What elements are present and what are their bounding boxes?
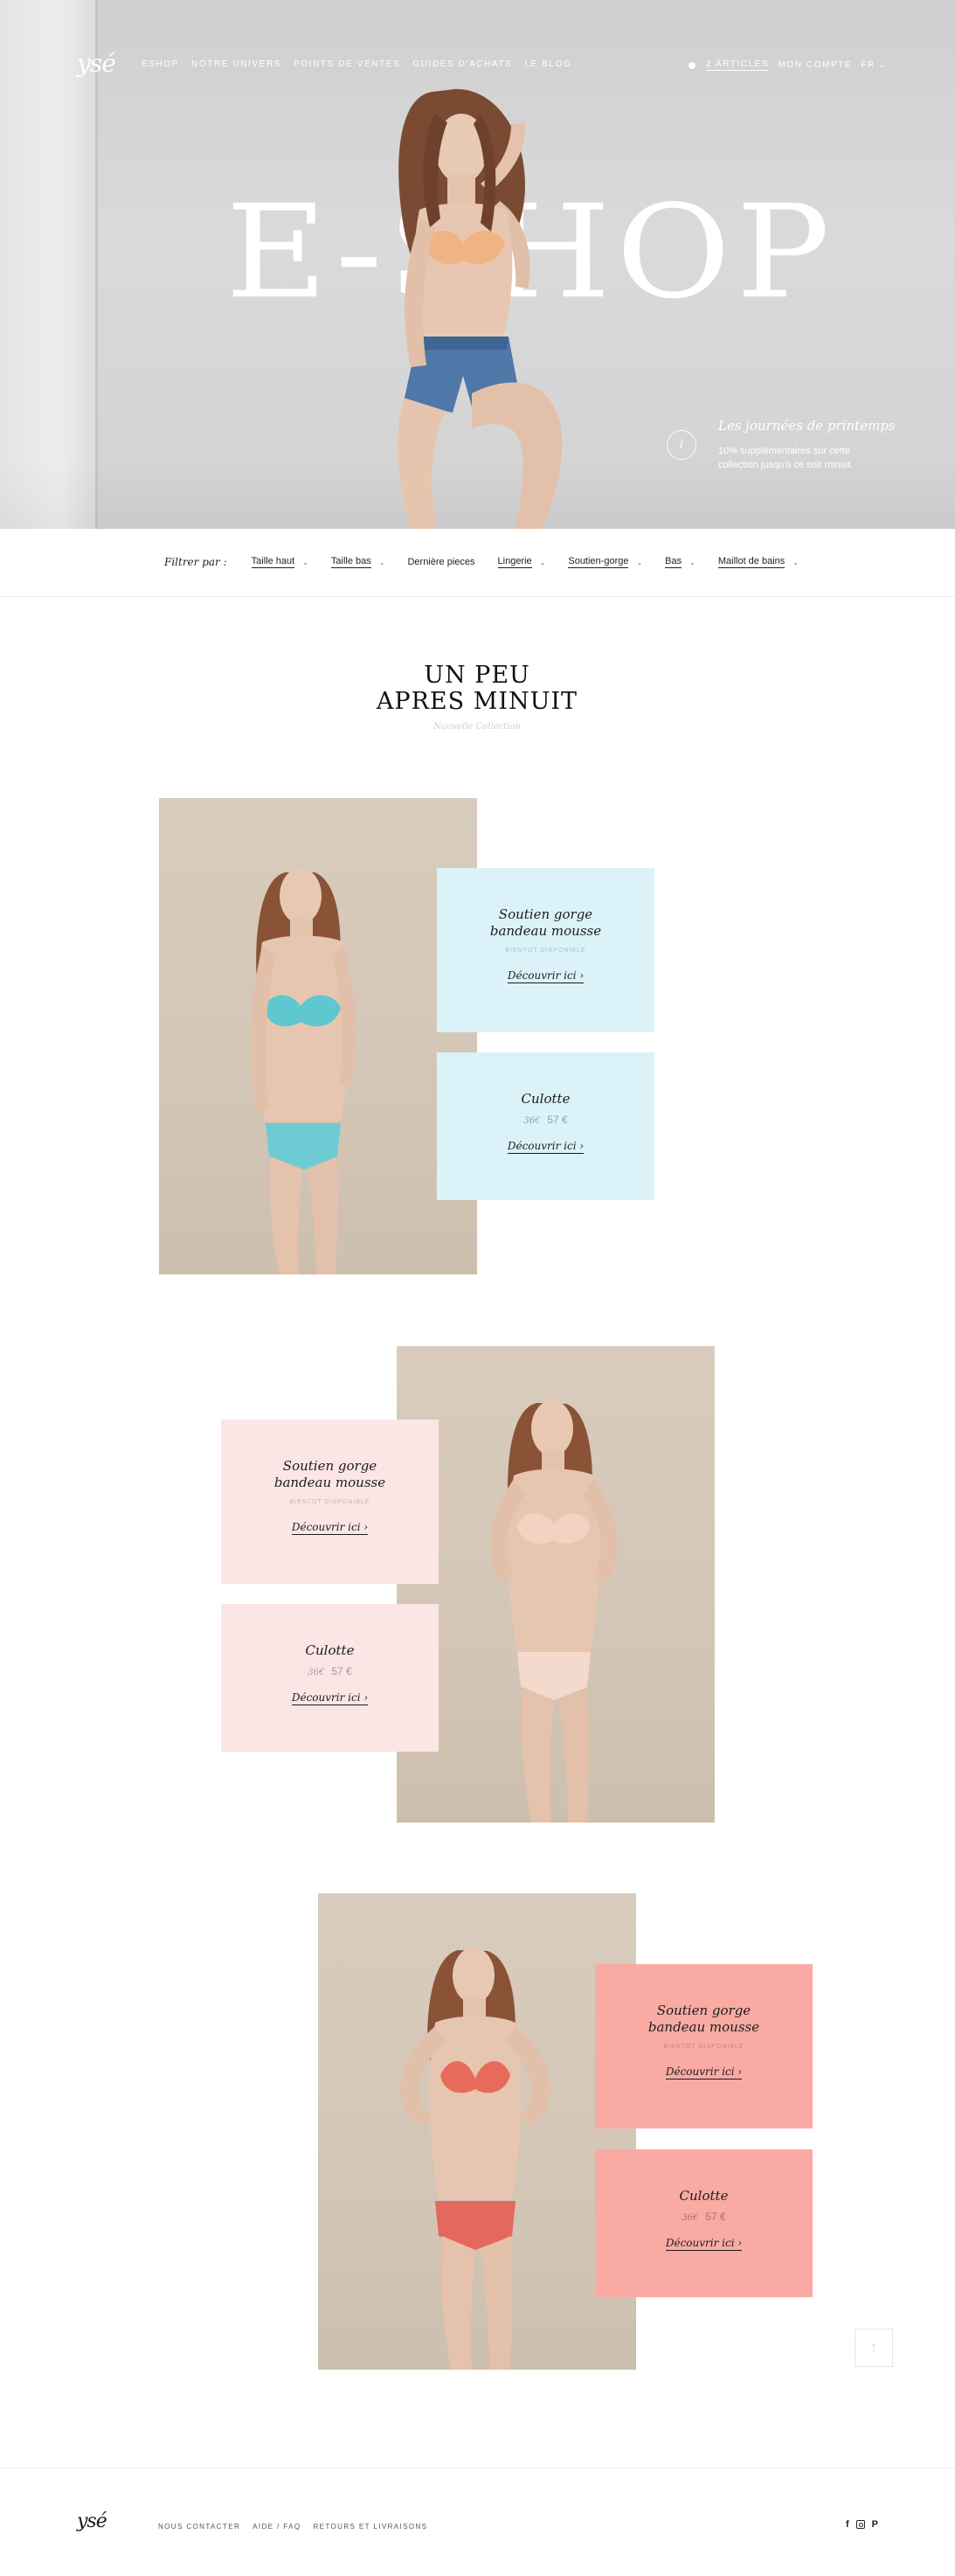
filter-taille-haut[interactable]: Taille haut ⌄ (251, 556, 308, 568)
product-photo-coral[interactable] (318, 1893, 636, 2370)
old-price: 36€ (682, 2213, 699, 2223)
nav-item-notre-univers[interactable]: NOTRE UNIVERS (191, 59, 281, 69)
availability-label: BIENTOT DISPONIBLE (663, 2044, 744, 2050)
old-price: 36€ (308, 1668, 325, 1677)
social-links: f P (846, 2519, 878, 2530)
product-name: Culotte (521, 1091, 571, 1107)
availability-label: BIENTOT DISPONIBLE (505, 948, 586, 954)
filter-bar: Filtrer par : Taille haut ⌄ Taille bas ⌄ D… (0, 529, 955, 597)
brand-logo[interactable]: ysé (77, 49, 116, 78)
current-price: 57 € (331, 1665, 352, 1677)
language-label: FR (861, 60, 875, 70)
nav-utilities: 2 ARTICLES MON COMPTE FR ⌄ (688, 59, 887, 71)
product-photo-pink[interactable] (397, 1346, 715, 1823)
discover-link[interactable]: Découvrir ici › (291, 1691, 369, 1705)
filter-maillot-de-bains[interactable]: Maillot de bains ⌄ (717, 556, 799, 568)
chevron-down-icon: ⌄ (302, 558, 308, 566)
scroll-top-button[interactable]: ↑ (855, 2329, 893, 2367)
chevron-down-icon: ⌄ (878, 60, 887, 69)
info-icon[interactable]: i (667, 430, 696, 460)
availability-label: BIENTOT DISPONIBLE (289, 1499, 370, 1505)
filter-label: Filtrer par : (164, 556, 227, 568)
product-name: Soutien gorge bandeau mousse (647, 2003, 760, 2035)
product-card-panty[interactable]: Culotte 36€ 57 € Découvrir ici › (221, 1604, 439, 1752)
footer-link-returns[interactable]: RETOURS ET LIVRAISONS (313, 2523, 427, 2531)
main-navigation: ysé ESHOP NOTRE UNIVERS POINTS DE VENTES… (0, 0, 955, 131)
promo-text: 10% supplémentaires sur cette collection… (718, 446, 854, 470)
nav-item-eshop[interactable]: ESHOP (142, 59, 179, 69)
product-card-bra[interactable]: Soutien gorge bandeau mousse BIENTOT DISP… (595, 1964, 813, 2128)
product-card-panty[interactable]: Culotte 36€ 57 € Découvrir ici › (595, 2149, 813, 2297)
product-card-bra[interactable]: Soutien gorge bandeau mousse BIENTOT DISP… (437, 868, 654, 1032)
arrow-up-icon: ↑ (870, 2340, 877, 2355)
product-price: 36€ 57 € (595, 2211, 813, 2223)
product-name: Culotte (305, 1642, 355, 1658)
product-name: Soutien gorge bandeau mousse (273, 1458, 386, 1490)
nav-links: ESHOP NOTRE UNIVERS POINTS DE VENTES GUI… (142, 59, 571, 69)
chevron-down-icon: ⌄ (689, 558, 695, 566)
footer-links: NOUS CONTACTER AIDE / FAQ RETOURS ET LIV… (158, 2523, 427, 2531)
chevron-down-icon: ⌄ (378, 558, 385, 566)
discover-link[interactable]: Découvrir ici › (291, 1521, 369, 1535)
product-name: Soutien gorge bandeau mousse (489, 906, 602, 939)
filter-bas[interactable]: Bas ⌄ (665, 556, 695, 568)
cart-label: 2 ARTICLES (705, 59, 770, 71)
chevron-down-icon: ⌄ (792, 558, 799, 566)
discover-link[interactable]: Découvrir ici › (665, 2066, 743, 2080)
discover-link[interactable]: Découvrir ici › (507, 1140, 585, 1154)
discover-link[interactable]: Découvrir ici › (507, 969, 585, 983)
filter-soutien-gorge[interactable]: Soutien-gorge ⌄ (568, 556, 642, 568)
collection-subtitle: Nouvelle Collection (433, 722, 521, 732)
footer-link-faq[interactable]: AIDE / FAQ (253, 2523, 301, 2531)
current-price: 57 € (705, 2211, 726, 2223)
old-price: 36€ (523, 1116, 541, 1126)
filter-lingerie[interactable]: Lingerie ⌄ (497, 556, 546, 568)
pinterest-icon[interactable]: P (872, 2519, 878, 2530)
current-price: 57 € (547, 1114, 568, 1126)
footer-link-contact[interactable]: NOUS CONTACTER (158, 2523, 240, 2531)
language-selector[interactable]: FR ⌄ (861, 60, 887, 70)
hero-banner: E-SHOP ysé ESHOP NOTRE UNIVERS POINTS DE… (0, 0, 955, 529)
product-photo-blue[interactable] (159, 798, 477, 1274)
account-link[interactable]: MON COMPTE (778, 60, 852, 70)
product-card-bra[interactable]: Soutien gorge bandeau mousse BIENTOT DISP… (221, 1420, 439, 1584)
nav-item-blog[interactable]: LE BLOG (524, 59, 571, 69)
filter-taille-bas[interactable]: Taille bas ⌄ (330, 556, 385, 568)
filter-dernieres-pieces[interactable]: Dernière pieces (407, 557, 474, 568)
product-price: 36€ 57 € (437, 1114, 654, 1126)
hero-model-photo (398, 88, 563, 529)
discover-link[interactable]: Découvrir ici › (665, 2237, 743, 2251)
nav-item-guides-achats[interactable]: GUIDES D'ACHATS (412, 59, 512, 69)
product-card-panty[interactable]: Culotte 36€ 57 € Découvrir ici › (437, 1052, 654, 1200)
product-price: 36€ 57 € (221, 1665, 439, 1677)
chevron-down-icon: ⌄ (636, 558, 643, 566)
collection-title: UN PEU APRES MINUIT (376, 662, 578, 715)
product-name: Culotte (679, 2188, 729, 2204)
cart-button[interactable]: 2 ARTICLES (688, 59, 770, 71)
nav-item-points-de-ventes[interactable]: POINTS DE VENTES (294, 59, 400, 69)
chevron-down-icon: ⌄ (539, 558, 546, 566)
footer-logo[interactable]: ysé (77, 2510, 107, 2532)
promo-title: Les journées de printemps (718, 418, 896, 434)
footer: ysé NOUS CONTACTER AIDE / FAQ RETOURS ET… (0, 2468, 955, 2576)
facebook-icon[interactable]: f (846, 2519, 849, 2530)
cart-icon (688, 61, 695, 69)
instagram-icon[interactable] (855, 2520, 865, 2529)
